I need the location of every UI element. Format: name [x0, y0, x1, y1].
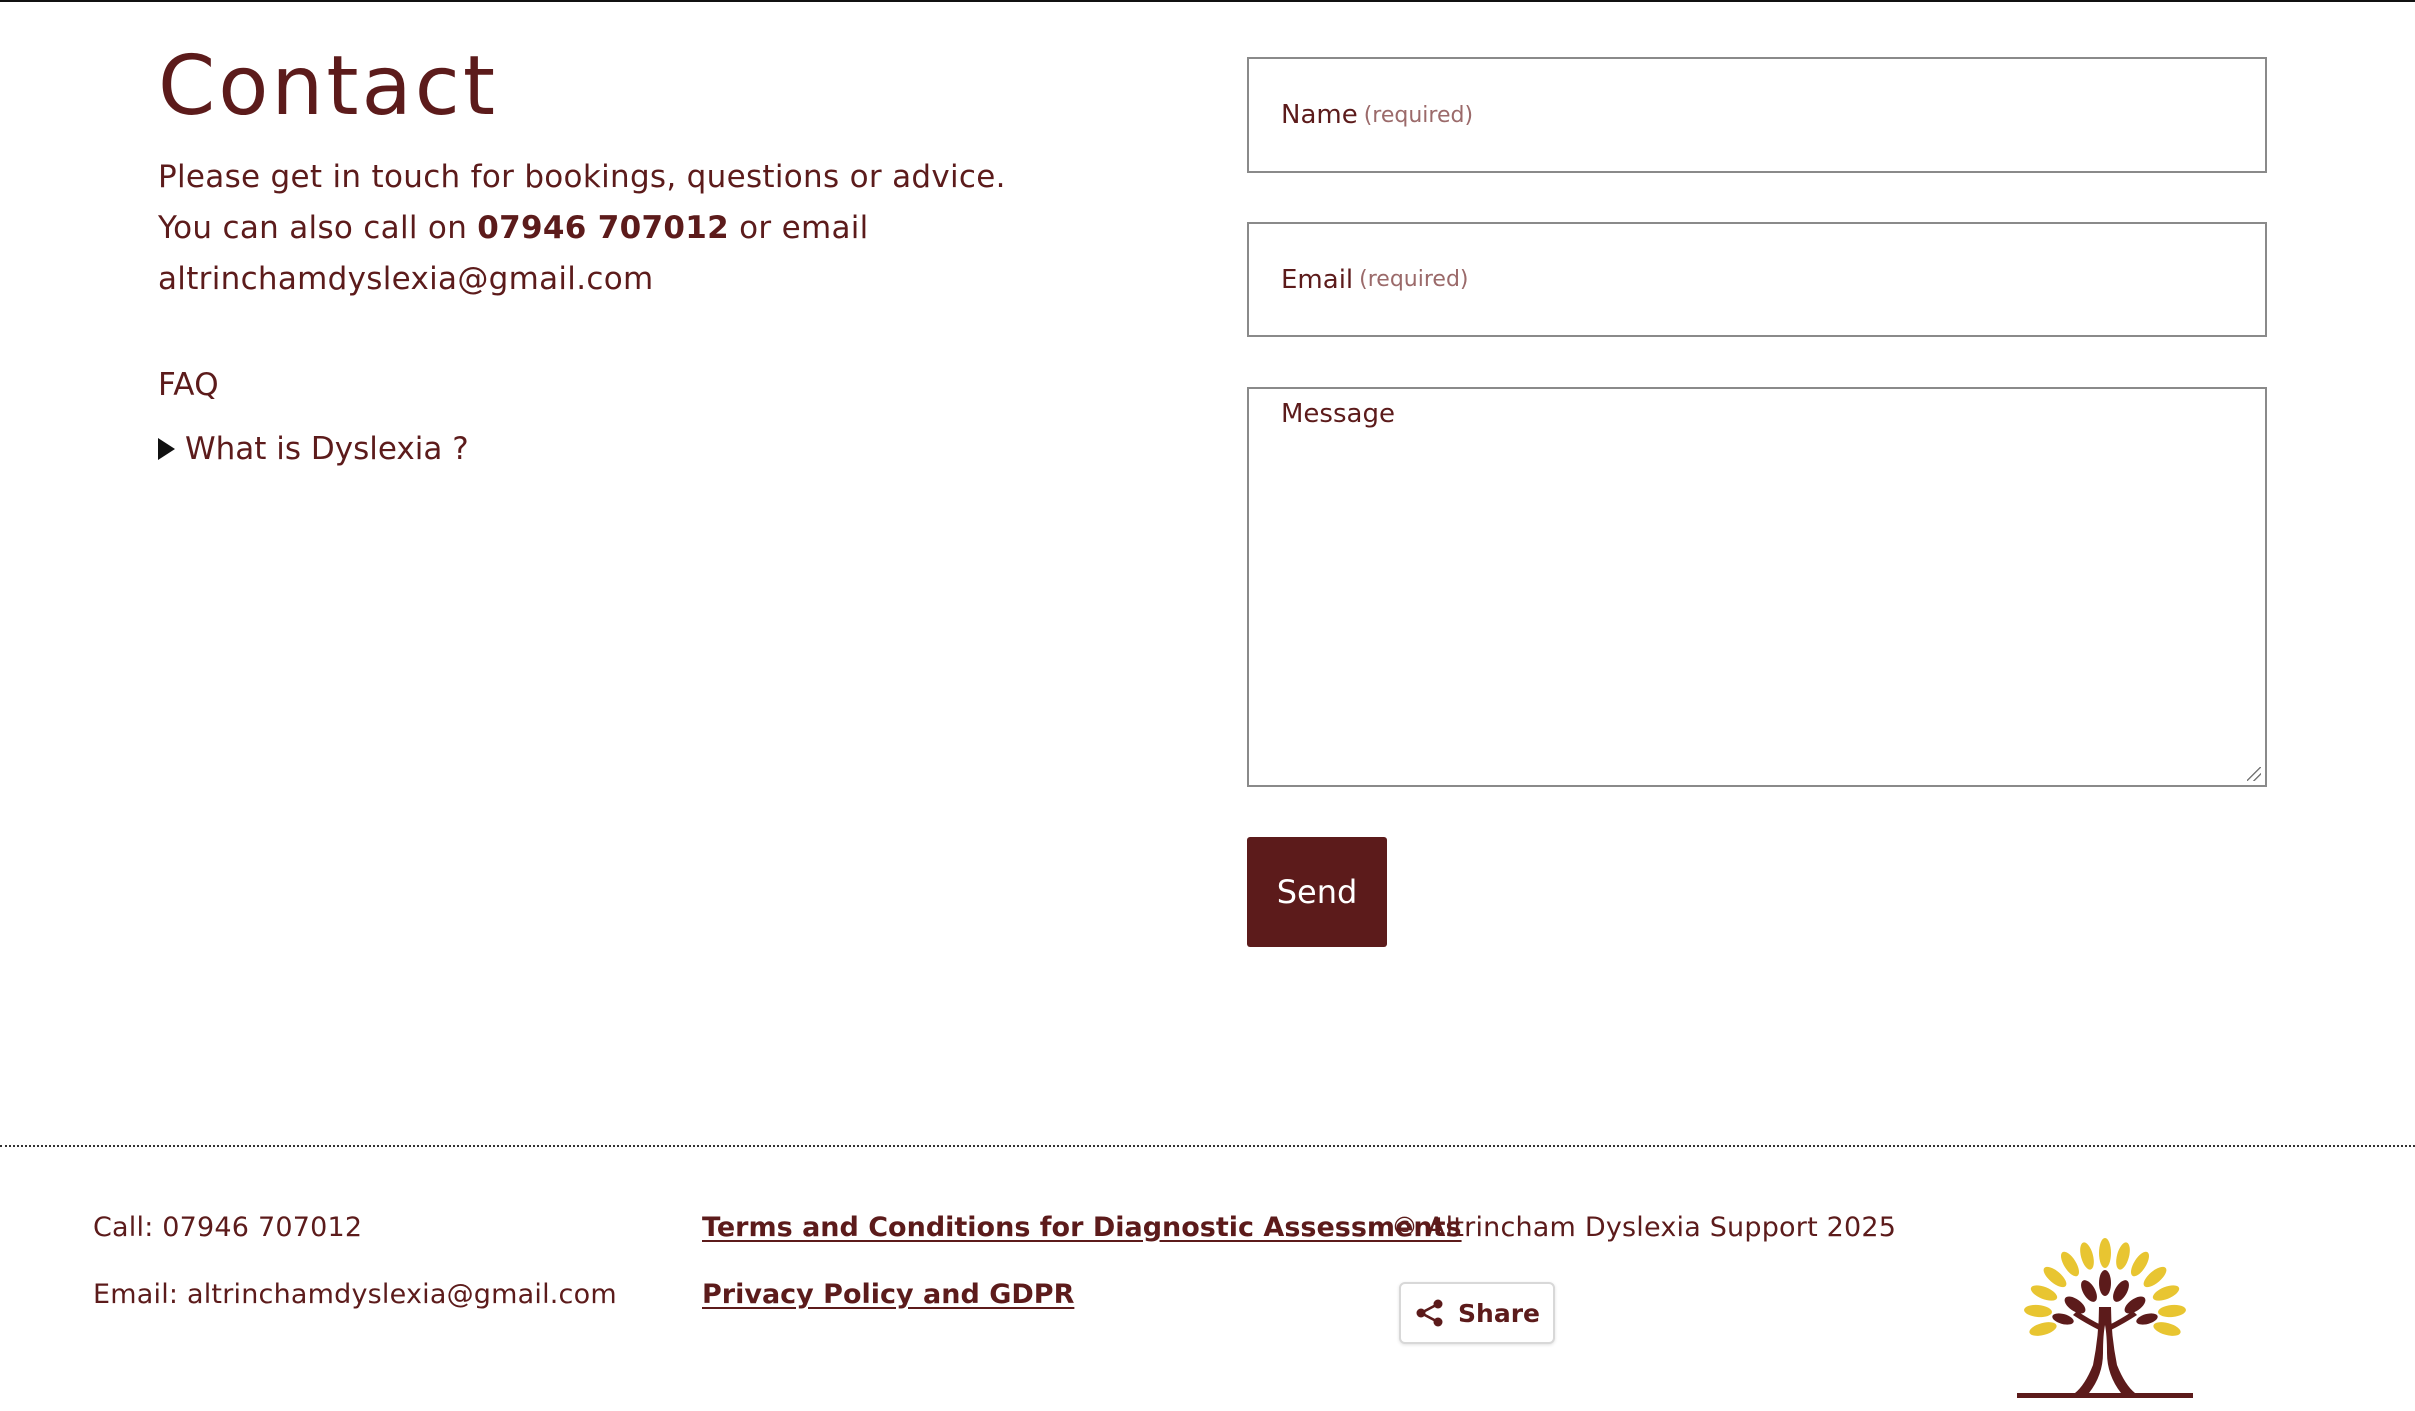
faq-question: What is Dyslexia ? — [185, 431, 469, 468]
name-label: Name — [1281, 100, 1358, 130]
intro-line-2: You can also call on 07946 707012 or ema… — [158, 203, 1158, 254]
privacy-link[interactable]: Privacy Policy and GDPR — [702, 1279, 1074, 1310]
share-label: Share — [1458, 1298, 1540, 1328]
top-border — [0, 0, 2415, 2]
footer-call[interactable]: Call: 07946 707012 — [93, 1212, 362, 1243]
contact-info: Contact Please get in touch for bookings… — [158, 39, 1158, 467]
email-required-tag: (required) — [1359, 267, 1469, 292]
faq-heading: FAQ — [158, 367, 219, 404]
intro-suffix: or email — [728, 210, 869, 247]
footer-divider — [0, 1145, 2415, 1147]
terms-link[interactable]: Terms and Conditions for Diagnostic Asse… — [702, 1212, 1462, 1243]
name-required-tag: (required) — [1363, 102, 1474, 128]
disclosure-triangle-icon — [158, 438, 175, 461]
share-button[interactable]: Share — [1399, 1282, 1555, 1344]
contact-email[interactable]: altrinchamdyslexia@gmail.com — [158, 254, 1158, 305]
resize-handle-icon[interactable] — [2247, 767, 2261, 781]
message-label: Message — [1281, 399, 1395, 429]
phone-number[interactable]: 07946 707012 — [477, 210, 729, 246]
faq-item-what-is-dyslexia[interactable]: What is Dyslexia ? — [158, 431, 1158, 467]
message-field[interactable]: Message — [1247, 387, 2267, 787]
send-button[interactable]: Send — [1247, 837, 1387, 947]
tree-logo-icon — [2017, 1238, 2193, 1398]
share-icon — [1416, 1299, 1443, 1327]
copyright-text: © Altrincham Dyslexia Support 2025 — [1391, 1212, 1897, 1243]
email-field[interactable]: Email (required) — [1247, 222, 2267, 337]
page-title: Contact — [158, 39, 499, 134]
contact-intro: Please get in touch for bookings, questi… — [158, 152, 1158, 305]
intro-line-1: Please get in touch for bookings, questi… — [158, 159, 1006, 196]
intro-prefix: You can also call on — [158, 210, 478, 247]
contact-form: Name (required) Email (required) Message… — [1247, 57, 2267, 947]
email-label: Email — [1281, 264, 1354, 295]
name-field[interactable]: Name (required) — [1247, 57, 2267, 173]
footer-email[interactable]: Email: altrinchamdyslexia@gmail.com — [93, 1279, 617, 1310]
